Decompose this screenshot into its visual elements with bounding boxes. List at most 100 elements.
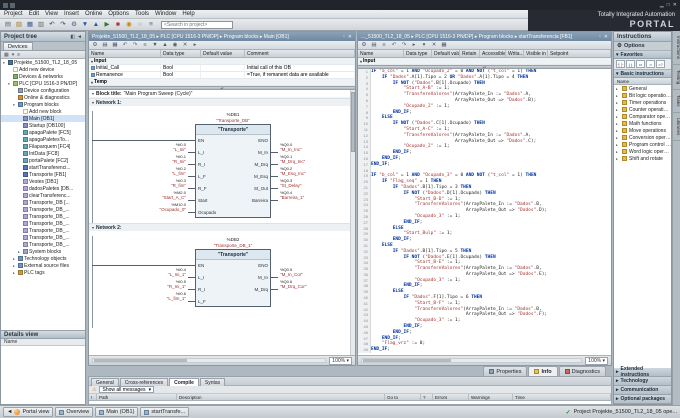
subtab-cross-references[interactable]: Cross-references (119, 378, 169, 386)
tree-item[interactable]: Transporte_DB_... (1, 213, 85, 220)
undo-icon[interactable]: ↶ (47, 20, 57, 30)
network-header[interactable]: ▾ Network 2: (89, 223, 355, 231)
subtab-syntax[interactable]: Syntax (199, 378, 226, 386)
tree-item[interactable]: Transporte_DB [... (1, 199, 85, 206)
interface-column-1[interactable]: Data type (161, 50, 201, 57)
expander-icon[interactable]: ▸ (616, 101, 620, 105)
section-technology[interactable]: ▸ Technology (614, 377, 671, 386)
scl-tool-icon-8[interactable]: ▦ (440, 42, 448, 48)
details-view-header[interactable]: Details view (1, 330, 85, 339)
scl-tool-icon-6[interactable]: ▾ (420, 42, 428, 48)
redo-icon[interactable]: ↷ (58, 20, 68, 30)
message-column-7[interactable]: Time (513, 394, 611, 400)
expander-icon[interactable]: ▸ (616, 129, 620, 133)
inspector-tab-info[interactable]: Info (528, 366, 558, 376)
side-tab-testing[interactable]: Testing (673, 65, 680, 91)
close-editor-icon[interactable]: ✕ (348, 34, 352, 40)
message-filter-select[interactable]: Show all messages ▾ (99, 386, 155, 393)
interface-column-3[interactable]: Comment (245, 50, 355, 57)
maximize-button[interactable]: □ (667, 2, 670, 8)
message-column-6[interactable]: Warnings (469, 394, 513, 400)
message-column-0[interactable]: ! (89, 394, 97, 400)
expander-icon[interactable]: ▸ (18, 250, 22, 254)
output-operand[interactable]: %Q0.5 "M_In_Cor" (280, 267, 348, 277)
expander-icon[interactable]: ▸ (616, 115, 620, 119)
tree-item[interactable]: Devices & networks (1, 73, 85, 80)
scl-tool-icon-5[interactable]: ▸ (410, 42, 418, 48)
lad-tool-icon-3[interactable]: ↶ (121, 42, 129, 48)
start-cpu-icon[interactable]: ▶ (102, 20, 112, 30)
output-operand[interactable]: %Q0.6 "M_Drq_Cor" (280, 279, 348, 289)
tree-item[interactable]: Transporte_DB_... (1, 227, 85, 234)
go-offline-icon[interactable]: ○ (135, 20, 145, 30)
tab-devices[interactable]: Devices (3, 42, 33, 50)
interface-column-5[interactable]: Writa... (506, 50, 524, 57)
subtab-compile[interactable]: Compile (169, 378, 199, 386)
expander-icon[interactable]: ▾ (8, 82, 12, 86)
expander-icon[interactable]: ▸ (616, 87, 620, 91)
input-operand[interactable]: %I0.5 "R_Ini_1" (91, 279, 186, 289)
expander-icon[interactable]: ▸ (616, 108, 620, 112)
save-project-icon[interactable]: ▦ (25, 20, 35, 30)
collapse-panel-icon[interactable]: ◄ (77, 34, 82, 40)
print-icon[interactable]: ▥ (36, 20, 46, 30)
input-operand[interactable]: %M10.0 "Ocupado_0" (91, 202, 186, 212)
output-operand[interactable]: %Q0.1 "M_Drq_Inc" (280, 154, 348, 164)
taskbar-button[interactable]: Overview (55, 407, 94, 417)
tree-item[interactable]: portaPalete [FC2] (1, 157, 85, 164)
section-optional-packages[interactable]: ▸ Optional packages (614, 395, 671, 404)
tree-item[interactable]: apagaPaletesTo... (1, 136, 85, 143)
message-column-4[interactable]: ? (421, 394, 433, 400)
upload-from-device-icon[interactable]: ▲ (91, 20, 101, 30)
favorites-section-header[interactable]: ▾ Favorites (614, 51, 671, 59)
menu-view[interactable]: View (45, 11, 58, 17)
interface-column-2[interactable]: Default value (432, 50, 460, 57)
fb-call-box[interactable]: "Transporte" EN ENO L_I M_In R_I M_Drq L_F M_Esq… (195, 124, 271, 218)
scl-tool-icon-7[interactable]: ✕ (430, 42, 438, 48)
instruction-group[interactable]: ▸ Math functions (614, 120, 671, 127)
tree-item[interactable]: Main [OB1] (1, 115, 85, 122)
tree-item[interactable]: Online & diagnostics (1, 94, 85, 101)
tree-item[interactable]: Transporte [FB1] (1, 171, 85, 178)
interface-column-0[interactable]: Name (89, 50, 161, 57)
instruction-group[interactable]: ▸ Program control operati... (614, 141, 671, 148)
input-operand[interactable]: %M2.0 "Start_A_C" (91, 190, 186, 200)
interface-column-1[interactable]: Data type (404, 50, 432, 57)
inspector-tab-properties[interactable]: Properties (483, 366, 528, 376)
instruction-group[interactable]: ▸ Bit logic operations (614, 92, 671, 99)
go-online-icon[interactable]: ◉ (124, 20, 134, 30)
section-communication[interactable]: ▸ Communication (614, 386, 671, 395)
minimize-button[interactable]: ▁ (660, 2, 664, 8)
taskbar-button[interactable]: startTransfe... (140, 407, 190, 417)
portal-view-button[interactable]: ◄ Portal view (3, 407, 54, 417)
tree-item[interactable]: Vestes [DB1] (1, 178, 85, 185)
cross-references-icon[interactable]: ≡ (146, 20, 156, 30)
instruction-group[interactable]: ▸ Word logic operations (614, 148, 671, 155)
compile-icon[interactable]: ⚙ (69, 20, 79, 30)
lad-zoom-select[interactable]: 100% ▾ (329, 356, 352, 365)
tree-item[interactable]: Add new device (1, 66, 85, 73)
scl-zoom-select[interactable]: 100% ▾ (585, 356, 608, 365)
input-operand[interactable]: %I0.0 "L_Ini" (91, 142, 186, 152)
network-canvas[interactable]: %DB2 "Transporte_DB_1" "Transporte" EN ENO L_… (89, 236, 355, 328)
inspector-tab-diagnostics[interactable]: Diagnostics (558, 366, 606, 376)
search-input[interactable] (161, 20, 233, 29)
tree-item[interactable]: Transporte_DB_... (1, 220, 85, 227)
lad-tool-icon-0[interactable]: ⚙ (91, 42, 99, 48)
instruction-group[interactable]: ▸ Counter operations (614, 106, 671, 113)
new-project-icon[interactable]: ▤ (3, 20, 13, 30)
tree-item[interactable]: ▸ System blocks (1, 248, 85, 255)
code-line[interactable]: 49 END_IF; (358, 347, 611, 354)
tree-item[interactable]: Add new block (1, 108, 85, 115)
sort-icon[interactable]: ▦ (4, 52, 9, 58)
interface-column-4[interactable]: Accessible f... (480, 50, 506, 57)
output-operand[interactable]: %Q0.2 "M_Esq_Inc" (280, 166, 348, 176)
chevron-down-icon[interactable]: ▾ (92, 225, 94, 230)
input-operand[interactable]: %I0.2 "L_fim" (91, 166, 186, 176)
interface-column-7[interactable]: Setpoint (548, 50, 611, 57)
menu-edit[interactable]: Edit (29, 11, 39, 17)
message-column-3[interactable]: Go to (385, 394, 421, 400)
compare-icon[interactable]: =? (656, 60, 665, 68)
tree-item[interactable]: startTransferenci... (1, 164, 85, 171)
lad-tool-icon-10[interactable]: ▸ (191, 42, 199, 48)
